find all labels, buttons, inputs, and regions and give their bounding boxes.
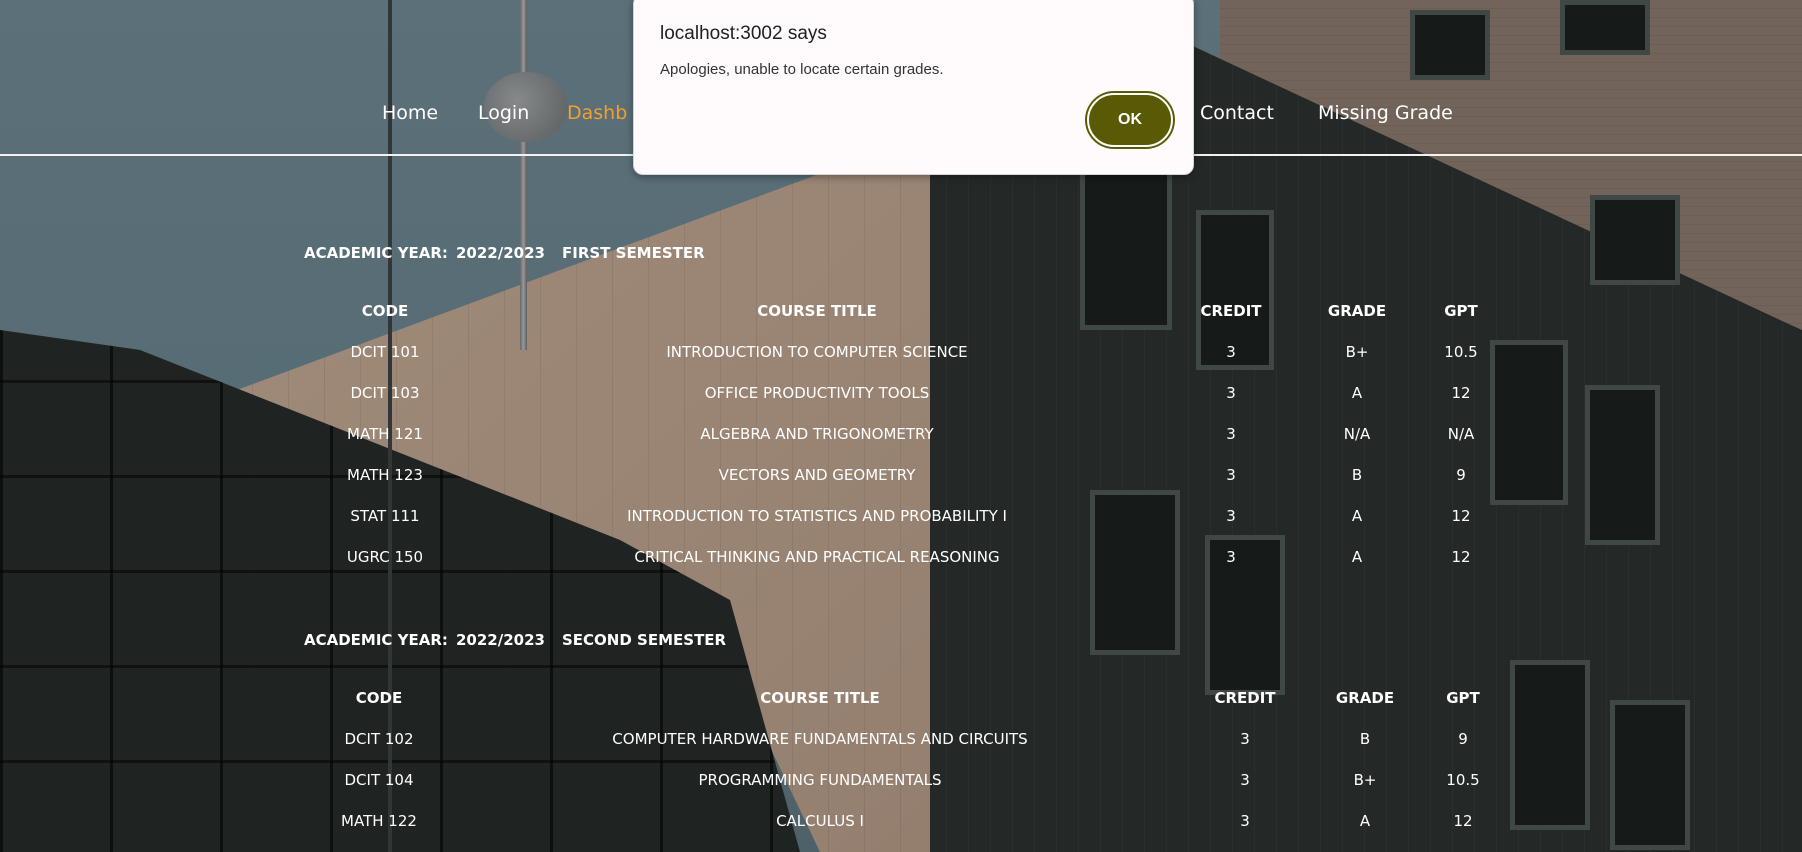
course-code: UGRC 150	[346, 548, 424, 566]
column-header-code: CODE	[355, 689, 403, 707]
course-title: OFFICE PRODUCTIVITY TOOLS	[704, 384, 930, 402]
course-title: PROGRAMMING FUNDAMENTALS	[698, 771, 942, 789]
course-grade: A	[1351, 507, 1363, 525]
course-title: COMPUTER HARDWARE FUNDAMENTALS AND CIRCU…	[612, 730, 1028, 748]
dialog-title: localhost:3002 says	[660, 23, 827, 44]
course-code: STAT 111	[350, 507, 420, 525]
course-title: CALCULUS I	[776, 812, 864, 830]
course-gpt: 10.5	[1446, 771, 1480, 789]
course-gpt: 9	[1456, 466, 1466, 484]
course-grade: A	[1351, 384, 1363, 402]
course-credit: 3	[1226, 425, 1236, 443]
dialog-message: Apologies, unable to locate certain grad…	[660, 61, 944, 78]
column-header-course-title: COURSE TITLE	[760, 689, 880, 707]
course-gpt: 9	[1458, 730, 1468, 748]
course-grade: N/A	[1343, 425, 1371, 443]
course-title: INTRODUCTION TO COMPUTER SCIENCE	[666, 343, 968, 361]
ok-button[interactable]: OK	[1087, 93, 1173, 147]
course-code: DCIT 104	[344, 771, 414, 789]
course-gpt: 12	[1453, 812, 1473, 830]
semester-name: SECOND SEMESTER	[562, 631, 727, 649]
course-grade: B	[1359, 730, 1371, 748]
course-gpt: 12	[1451, 384, 1471, 402]
course-gpt: N/A	[1447, 425, 1475, 443]
course-grade: B	[1351, 466, 1363, 484]
course-gpt: 12	[1451, 507, 1471, 525]
course-grade: B+	[1345, 343, 1369, 361]
course-credit: 3	[1240, 730, 1250, 748]
column-header-code: CODE	[361, 302, 409, 320]
course-credit: 3	[1226, 343, 1236, 361]
course-credit: 3	[1226, 466, 1236, 484]
course-credit: 3	[1226, 548, 1236, 566]
column-header-gpt: GPT	[1444, 302, 1478, 320]
course-code: MATH 123	[347, 466, 423, 484]
column-header-credit: CREDIT	[1214, 689, 1276, 707]
course-grade: A	[1359, 812, 1371, 830]
column-header-grade: GRADE	[1327, 302, 1387, 320]
course-grade: A	[1351, 548, 1363, 566]
course-code: DCIT 103	[350, 384, 420, 402]
academic-year-value: 2022/2023	[456, 244, 545, 262]
course-credit: 3	[1240, 771, 1250, 789]
academic-year-label: ACADEMIC YEAR:	[304, 631, 448, 649]
column-header-credit: CREDIT	[1200, 302, 1262, 320]
course-credit: 3	[1226, 384, 1236, 402]
course-code: DCIT 102	[344, 730, 414, 748]
course-title: INTRODUCTION TO STATISTICS AND PROBABILI…	[627, 507, 1007, 525]
column-header-course-title: COURSE TITLE	[757, 302, 877, 320]
academic-year-value: 2022/2023	[456, 631, 545, 649]
course-code: MATH 122	[341, 812, 417, 830]
course-credit: 3	[1226, 507, 1236, 525]
course-credit: 3	[1240, 812, 1250, 830]
course-title: VECTORS AND GEOMETRY	[718, 466, 916, 484]
course-title: CRITICAL THINKING AND PRACTICAL REASONIN…	[634, 548, 1000, 566]
course-title: ALGEBRA AND TRIGONOMETRY	[700, 425, 934, 443]
academic-year-label: ACADEMIC YEAR:	[304, 244, 448, 262]
course-code: DCIT 101	[350, 343, 420, 361]
course-gpt: 10.5	[1444, 343, 1478, 361]
column-header-gpt: GPT	[1446, 689, 1480, 707]
semester-name: FIRST SEMESTER	[562, 244, 705, 262]
course-code: MATH 121	[347, 425, 423, 443]
column-header-grade: GRADE	[1335, 689, 1395, 707]
alert-dialog: localhost:3002 says Apologies, unable to…	[633, 0, 1194, 175]
course-grade: B+	[1353, 771, 1377, 789]
course-gpt: 12	[1451, 548, 1471, 566]
